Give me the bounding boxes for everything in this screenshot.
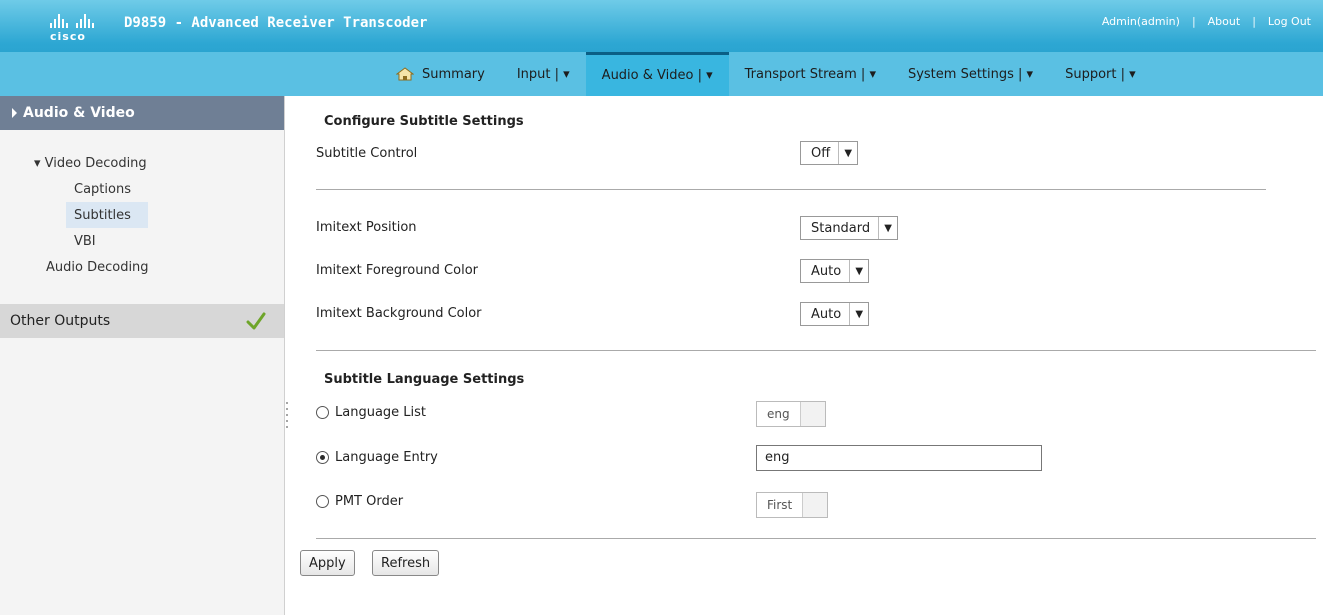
radio-icon [316,495,329,508]
about-link[interactable]: About [1208,15,1241,28]
language-list-value: eng [757,402,800,426]
language-list-radio[interactable]: Language List [316,405,426,420]
pmt-order-radio[interactable]: PMT Order [316,494,403,509]
sidebar-heading-label: Audio & Video [23,105,135,121]
divider [316,538,1316,539]
tab-transport-stream-label: Transport Stream | ▾ [744,66,876,82]
sidebar-item-vbi[interactable]: VBI [0,228,284,254]
tab-transport-stream[interactable]: Transport Stream | ▾ [729,52,892,96]
divider [316,350,1316,351]
tab-summary-label: Summary [422,66,485,82]
separator: | [1252,15,1256,28]
imitext-bg-label: Imitext Background Color [316,306,482,321]
apply-button[interactable]: Apply [300,550,355,576]
imitext-position-label: Imitext Position [316,220,417,235]
user-name-link[interactable]: Admin(admin) [1102,15,1180,28]
language-list-label: Language List [335,405,427,420]
logout-link[interactable]: Log Out [1268,15,1311,28]
tab-audio-video-label: Audio & Video | ▾ [601,68,713,83]
pmt-order-value: First [757,493,803,517]
home-icon [396,67,414,81]
sidebar-item-audio-decoding[interactable]: Audio Decoding [0,254,284,280]
pmt-order-select: First [756,492,829,518]
tab-input[interactable]: Input | ▾ [501,52,586,96]
chevron-down-icon: ▼ [878,217,897,239]
tab-input-label: Input | ▾ [516,66,570,82]
chevron-down-icon: ▼ [849,260,868,282]
sidebar-item-other-outputs[interactable]: Other Outputs [0,304,284,338]
tab-audio-video[interactable]: Audio & Video | ▾ [585,52,729,96]
imitext-fg-value: Auto [811,263,842,279]
page-title: D9859 - Advanced Receiver Transcoder [124,15,428,31]
sidebar-item-subtitles[interactable]: Subtitles [66,202,148,228]
sidebar-item-captions[interactable]: Captions [0,176,284,202]
language-entry-radio[interactable]: Language Entry [316,450,438,465]
imitext-fg-label: Imitext Foreground Color [316,263,478,278]
check-icon [246,312,266,330]
expand-triangle-icon [12,108,17,118]
main-nav: Summary Input | ▾ Audio & Video | ▾ Tran… [380,52,1152,96]
tab-summary[interactable]: Summary [380,52,501,96]
sidebar: Audio & Video ▾ Video Decoding Captions … [0,96,285,615]
radio-icon [316,406,329,419]
sidebar-item-video-decoding[interactable]: ▾ Video Decoding [0,150,284,176]
imitext-bg-value: Auto [811,306,842,322]
resize-handle[interactable] [285,400,289,430]
sidebar-tree: ▾ Video Decoding Captions Subtitles VBI … [0,130,284,280]
imitext-fg-select[interactable]: Auto ▼ [800,259,870,283]
section-title: Subtitle Language Settings [324,372,525,387]
brand-word: cisco [50,30,86,43]
subtitle-control-label: Subtitle Control [316,146,418,161]
section-title: Configure Subtitle Settings [324,114,524,129]
sidebar-heading[interactable]: Audio & Video [0,96,284,130]
language-entry-input[interactable]: eng [756,445,1042,471]
chevron-down-icon: ▼ [849,303,868,325]
tab-system-settings[interactable]: System Settings | ▾ [892,52,1049,96]
tab-system-settings-label: System Settings | ▾ [907,66,1034,82]
pmt-order-label: PMT Order [335,494,404,509]
imitext-position-select[interactable]: Standard ▼ [800,216,899,240]
radio-selected-icon [316,451,329,464]
separator: | [1191,15,1196,28]
user-links: Admin(admin) | About | Log Out [1102,15,1311,28]
subtitle-control-value: Off [811,145,831,161]
tab-support[interactable]: Support | ▾ [1049,52,1152,96]
language-list-select: eng [756,401,826,427]
tab-support-label: Support | ▾ [1065,66,1136,82]
refresh-button[interactable]: Refresh [372,550,440,576]
other-outputs-label: Other Outputs [10,313,111,329]
subtitle-control-select[interactable]: Off ▼ [800,141,859,165]
main-content: Configure Subtitle Settings Subtitle Con… [290,96,1323,615]
imitext-bg-select[interactable]: Auto ▼ [800,302,870,326]
chevron-down-icon: ▼ [838,142,857,164]
divider [316,189,1266,190]
imitext-position-value: Standard [811,220,871,236]
language-entry-label: Language Entry [335,450,438,465]
